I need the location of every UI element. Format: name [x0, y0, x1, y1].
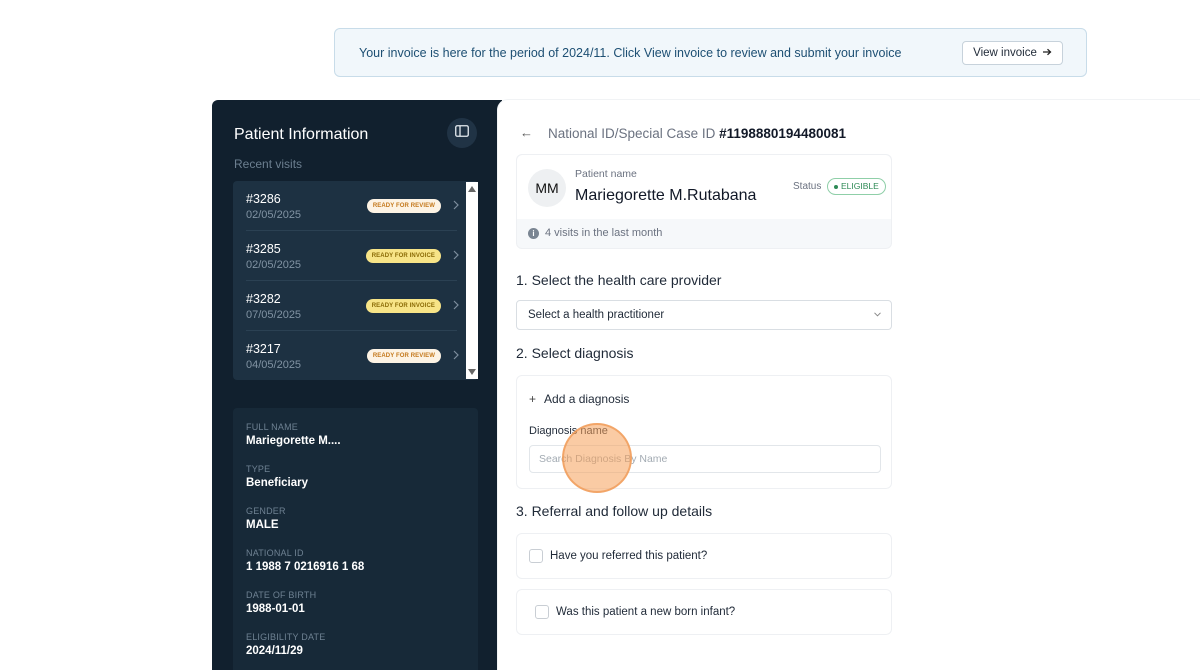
status-dot-icon	[834, 184, 838, 189]
detail-national-id: NATIONAL ID 1 1988 7 0216916 1 68	[246, 548, 364, 573]
status-value: ELIGIBLE	[841, 181, 879, 191]
detail-type: TYPE Beneficiary	[246, 464, 308, 489]
detail-label: NATIONAL ID	[246, 548, 304, 558]
recent-visits-label: Recent visits	[234, 157, 303, 171]
visits-summary: i 4 visits in the last month	[528, 227, 662, 239]
visit-date: 02/05/2025	[246, 259, 302, 271]
recent-visits-list: #3286 02/05/2025 READY FOR REVIEW #3285 …	[233, 181, 478, 380]
diagnosis-card: + Add a diagnosis Diagnosis name	[516, 375, 892, 489]
visit-status-badge: READY FOR INVOICE	[365, 249, 441, 263]
section-referral-title: 3. Referral and follow up details	[516, 503, 713, 519]
visit-date: 02/05/2025	[246, 209, 302, 221]
visit-id: #3217	[246, 342, 281, 356]
detail-value: 1988-01-01	[246, 603, 305, 615]
scroll-up-icon[interactable]	[468, 186, 476, 192]
detail-label: TYPE	[246, 464, 271, 474]
select-value: Select a health practitioner	[528, 309, 665, 321]
diagnosis-search-input[interactable]	[529, 445, 881, 473]
national-id-label: National ID/Special Case ID	[548, 126, 716, 141]
section-provider-title: 1. Select the health care provider	[516, 272, 722, 288]
visit-form: ← National ID/Special Case ID #119888019…	[498, 100, 1200, 670]
detail-value: 1 1988 7 0216916 1 68	[246, 561, 365, 573]
visit-item[interactable]: #3286 02/05/2025 READY FOR REVIEW	[233, 181, 465, 231]
detail-label: FULL NAME	[246, 422, 298, 432]
visit-id: #3282	[246, 292, 281, 306]
scroll-down-icon[interactable]	[468, 369, 476, 375]
view-invoice-label: View invoice	[973, 47, 1037, 59]
visit-status-badge: READY FOR INVOICE	[365, 299, 441, 313]
section-diagnosis-title: 2. Select diagnosis	[516, 345, 634, 361]
patient-card: MM Patient name Mariegorette M.Rutabana …	[516, 154, 892, 249]
detail-value: Beneficiary	[246, 477, 309, 489]
visit-item[interactable]: #3285 02/05/2025 READY FOR INVOICE	[233, 231, 465, 281]
visit-id: #3285	[246, 242, 281, 256]
detail-full-name: FULL NAME Mariegorette M....	[246, 422, 341, 447]
arrow-right-icon	[1042, 47, 1052, 59]
banner-text: Your invoice is here for the period of 2…	[359, 46, 902, 60]
visit-date: 07/05/2025	[246, 309, 302, 321]
view-invoice-button[interactable]: View invoice	[962, 41, 1063, 65]
visit-item[interactable]: #3217 04/05/2025 READY FOR REVIEW	[233, 331, 465, 380]
referral-checkbox[interactable]	[529, 549, 543, 563]
detail-date-of-birth: DATE OF BIRTH 1988-01-01	[246, 590, 316, 615]
visits-summary-text: 4 visits in the last month	[545, 227, 663, 239]
chevron-right-icon	[453, 198, 459, 213]
visits-scrollbar[interactable]	[466, 182, 478, 379]
visit-date: 04/05/2025	[246, 359, 302, 371]
avatar: MM	[528, 169, 566, 207]
newborn-question: Was this patient a new born infant?	[556, 606, 736, 618]
chevron-down-icon	[874, 309, 881, 319]
patient-details-panel: FULL NAME Mariegorette M.... TYPE Benefi…	[233, 408, 478, 670]
detail-value: 2024/11/29	[246, 645, 303, 657]
back-arrow-icon[interactable]: ←	[520, 125, 533, 140]
patient-name: Mariegorette M.Rutabana	[575, 187, 757, 204]
plus-icon: +	[529, 392, 537, 406]
diagnosis-name-label: Diagnosis name	[529, 425, 608, 437]
detail-label: DATE OF BIRTH	[246, 590, 317, 600]
sidebar-title: Patient Information	[234, 126, 369, 143]
panel-toggle-icon	[455, 124, 469, 142]
visit-status-badge: READY FOR REVIEW	[366, 349, 441, 363]
detail-label: GENDER	[246, 506, 286, 516]
detail-value: MALE	[246, 519, 279, 531]
visit-id: #3286	[246, 192, 281, 206]
add-diagnosis-button[interactable]: + Add a diagnosis	[529, 392, 629, 406]
detail-eligibility-date: ELIGIBILITY DATE 2024/11/29	[246, 632, 325, 657]
sidebar-toggle-button[interactable]	[447, 118, 477, 148]
newborn-checkbox[interactable]	[535, 605, 549, 619]
visit-status-badge: READY FOR REVIEW	[366, 199, 441, 213]
status-label: Status	[793, 181, 822, 192]
info-icon: i	[528, 227, 539, 239]
national-id-heading: National ID/Special Case ID #11988801944…	[548, 126, 846, 141]
chevron-right-icon	[453, 298, 459, 313]
patient-name-label: Patient name	[575, 168, 637, 180]
patient-sidebar: Patient Information Recent visits #3286 …	[212, 100, 502, 670]
national-id-value: #1198880194480081	[719, 126, 846, 141]
detail-value: Mariegorette M....	[246, 435, 341, 447]
patient-card-header: MM Patient name Mariegorette M.Rutabana …	[517, 155, 891, 219]
add-diagnosis-label: Add a diagnosis	[544, 392, 630, 406]
visit-item[interactable]: #3282 07/05/2025 READY FOR INVOICE	[233, 281, 465, 331]
chevron-right-icon	[453, 348, 459, 363]
referral-question: Have you referred this patient?	[550, 550, 708, 562]
detail-label: ELIGIBILITY DATE	[246, 632, 326, 642]
status-badge: ELIGIBLE	[827, 178, 886, 195]
chevron-right-icon	[453, 248, 459, 263]
health-practitioner-select[interactable]: Select a health practitioner	[516, 300, 892, 330]
invoice-banner: Your invoice is here for the period of 2…	[334, 28, 1087, 77]
referral-checkbox-card[interactable]: Have you referred this patient?	[516, 533, 892, 579]
detail-gender: GENDER MALE	[246, 506, 286, 531]
newborn-checkbox-card[interactable]: Was this patient a new born infant?	[516, 589, 892, 635]
